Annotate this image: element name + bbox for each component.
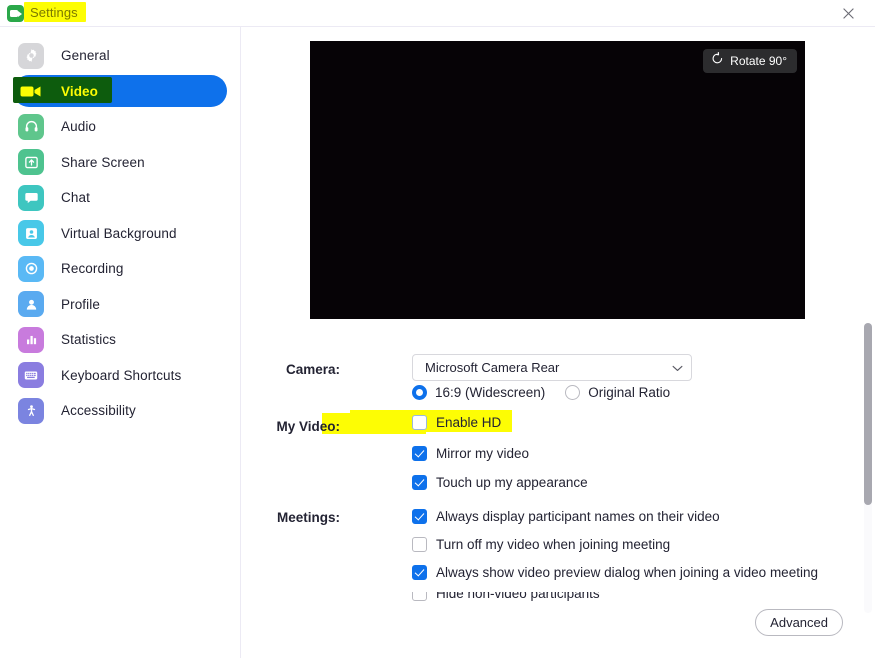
checkbox-enable-hd[interactable] [412,415,427,430]
checkbox-display-participant-names[interactable] [412,509,427,524]
share-screen-icon [18,149,44,175]
radio-16-9[interactable] [412,385,427,400]
checkbox-row-turn-off-video-on-join[interactable]: Turn off my video when joining meeting [412,537,670,552]
sidebar-item-chat[interactable]: Chat [13,182,227,214]
my-video-label: My Video: [276,419,340,434]
sidebar-item-statistics[interactable]: Statistics [13,324,227,356]
sidebar-item-label: General [61,48,110,63]
sidebar-item-label: Statistics [61,332,117,347]
sidebar-item-label: Recording [61,261,124,276]
checkbox-hide-non-video-participants[interactable] [412,592,427,601]
checkbox-row-show-video-preview-dialog[interactable]: Always show video preview dialog when jo… [412,565,818,580]
close-icon[interactable] [825,0,871,27]
video-settings-panel: Rotate 90° Camera: Microsoft Camera Rear… [242,27,875,658]
camera-label: Camera: [285,362,340,377]
checkbox-hide-non-video-participants-label: Hide non-video participants [436,592,600,601]
checkbox-turn-off-video-on-join[interactable] [412,537,427,552]
rotate-counterclockwise-icon [711,52,724,70]
advanced-button[interactable]: Advanced [755,609,843,636]
sidebar-item-video[interactable]: Video [13,75,227,107]
chat-bubble-icon [18,184,44,211]
video-camera-icon [18,78,44,104]
video-preview: Rotate 90° [310,41,805,319]
sidebar-item-general[interactable]: General [13,40,227,72]
checkbox-turn-off-video-on-join-label: Turn off my video when joining meeting [436,537,671,552]
sidebar-item-recording[interactable]: Recording [13,253,227,285]
radio-original-ratio[interactable] [565,385,581,400]
checkbox-touch-up-appearance-label: Touch up my appearance [436,475,588,490]
checkbox-show-video-preview-dialog-label: Always show video preview dialog when jo… [436,565,818,580]
checkbox-row-display-participant-names[interactable]: Always display participant names on thei… [412,509,720,524]
checkbox-mirror-my-video[interactable] [412,446,427,461]
settings-window: Settings General Video Audio Share Scree… [0,0,875,658]
person-frame-icon [18,220,44,246]
window-title: Settings [30,5,78,20]
checkbox-mirror-my-video-label: Mirror my video [436,446,530,461]
sidebar-item-label: Video [61,83,99,99]
camera-select[interactable]: Microsoft Camera Rear [412,354,692,381]
radio-16-9-label: 16:9 (Widescreen) [435,385,546,400]
title-bar: Settings [0,0,875,27]
sidebar-item-accessibility[interactable]: Accessibility [13,395,227,427]
radio-original-ratio-label: Original Ratio [588,385,671,400]
aspect-ratio-group: 16:9 (Widescreen) Original Ratio [412,385,670,400]
checkbox-display-participant-names-label: Always display participant names on thei… [436,509,720,524]
sidebar-item-label: Chat [61,190,90,205]
sidebar-item-label: Keyboard Shortcuts [61,367,182,383]
checkbox-enable-hd-label: Enable HD [436,415,502,430]
sidebar-item-label: Virtual Background [61,225,177,241]
vertical-scrollbar-track[interactable] [864,323,872,613]
meetings-label: Meetings: [276,510,340,525]
sidebar-item-audio[interactable]: Audio [13,111,227,143]
sidebar-item-label: Share Screen [61,154,145,170]
sidebar-item-share-screen[interactable]: Share Screen [13,146,227,178]
checkbox-row-hide-non-video-participants[interactable]: Hide non-video participants [412,592,742,601]
sidebar-item-label: Accessibility [61,403,136,418]
bar-chart-icon [18,326,44,353]
sidebar-item-virtual-background[interactable]: Virtual Background [13,217,227,249]
zoom-video-logo-icon [7,5,24,22]
rotate-button-label: Rotate 90° [730,54,787,68]
accessibility-icon [18,397,44,424]
sidebar-item-keyboard-shortcuts[interactable]: Keyboard Shortcuts [13,359,227,391]
camera-select-value: Microsoft Camera Rear [425,360,560,375]
vertical-scrollbar-thumb[interactable] [864,323,872,505]
sidebar-item-profile[interactable]: Profile [13,288,227,320]
sidebar-item-label: Audio [61,119,97,134]
checkbox-row-touch-up-appearance[interactable]: Touch up my appearance [412,475,588,490]
keyboard-icon [18,362,44,388]
chevron-down-icon [672,359,683,377]
headphones-icon [18,113,44,140]
checkbox-show-video-preview-dialog[interactable] [412,565,427,580]
person-icon [18,291,44,317]
rotate-90-button[interactable]: Rotate 90° [703,49,797,73]
checkbox-row-mirror-my-video[interactable]: Mirror my video [412,446,529,461]
record-circle-icon [18,255,44,282]
sidebar-item-label: Profile [61,296,100,312]
gear-icon [18,42,44,69]
sidebar: General Video Audio Share Screen Chat Vi… [0,27,241,658]
checkbox-touch-up-appearance[interactable] [412,475,427,490]
checkbox-row-enable-hd[interactable]: Enable HD [412,415,501,430]
